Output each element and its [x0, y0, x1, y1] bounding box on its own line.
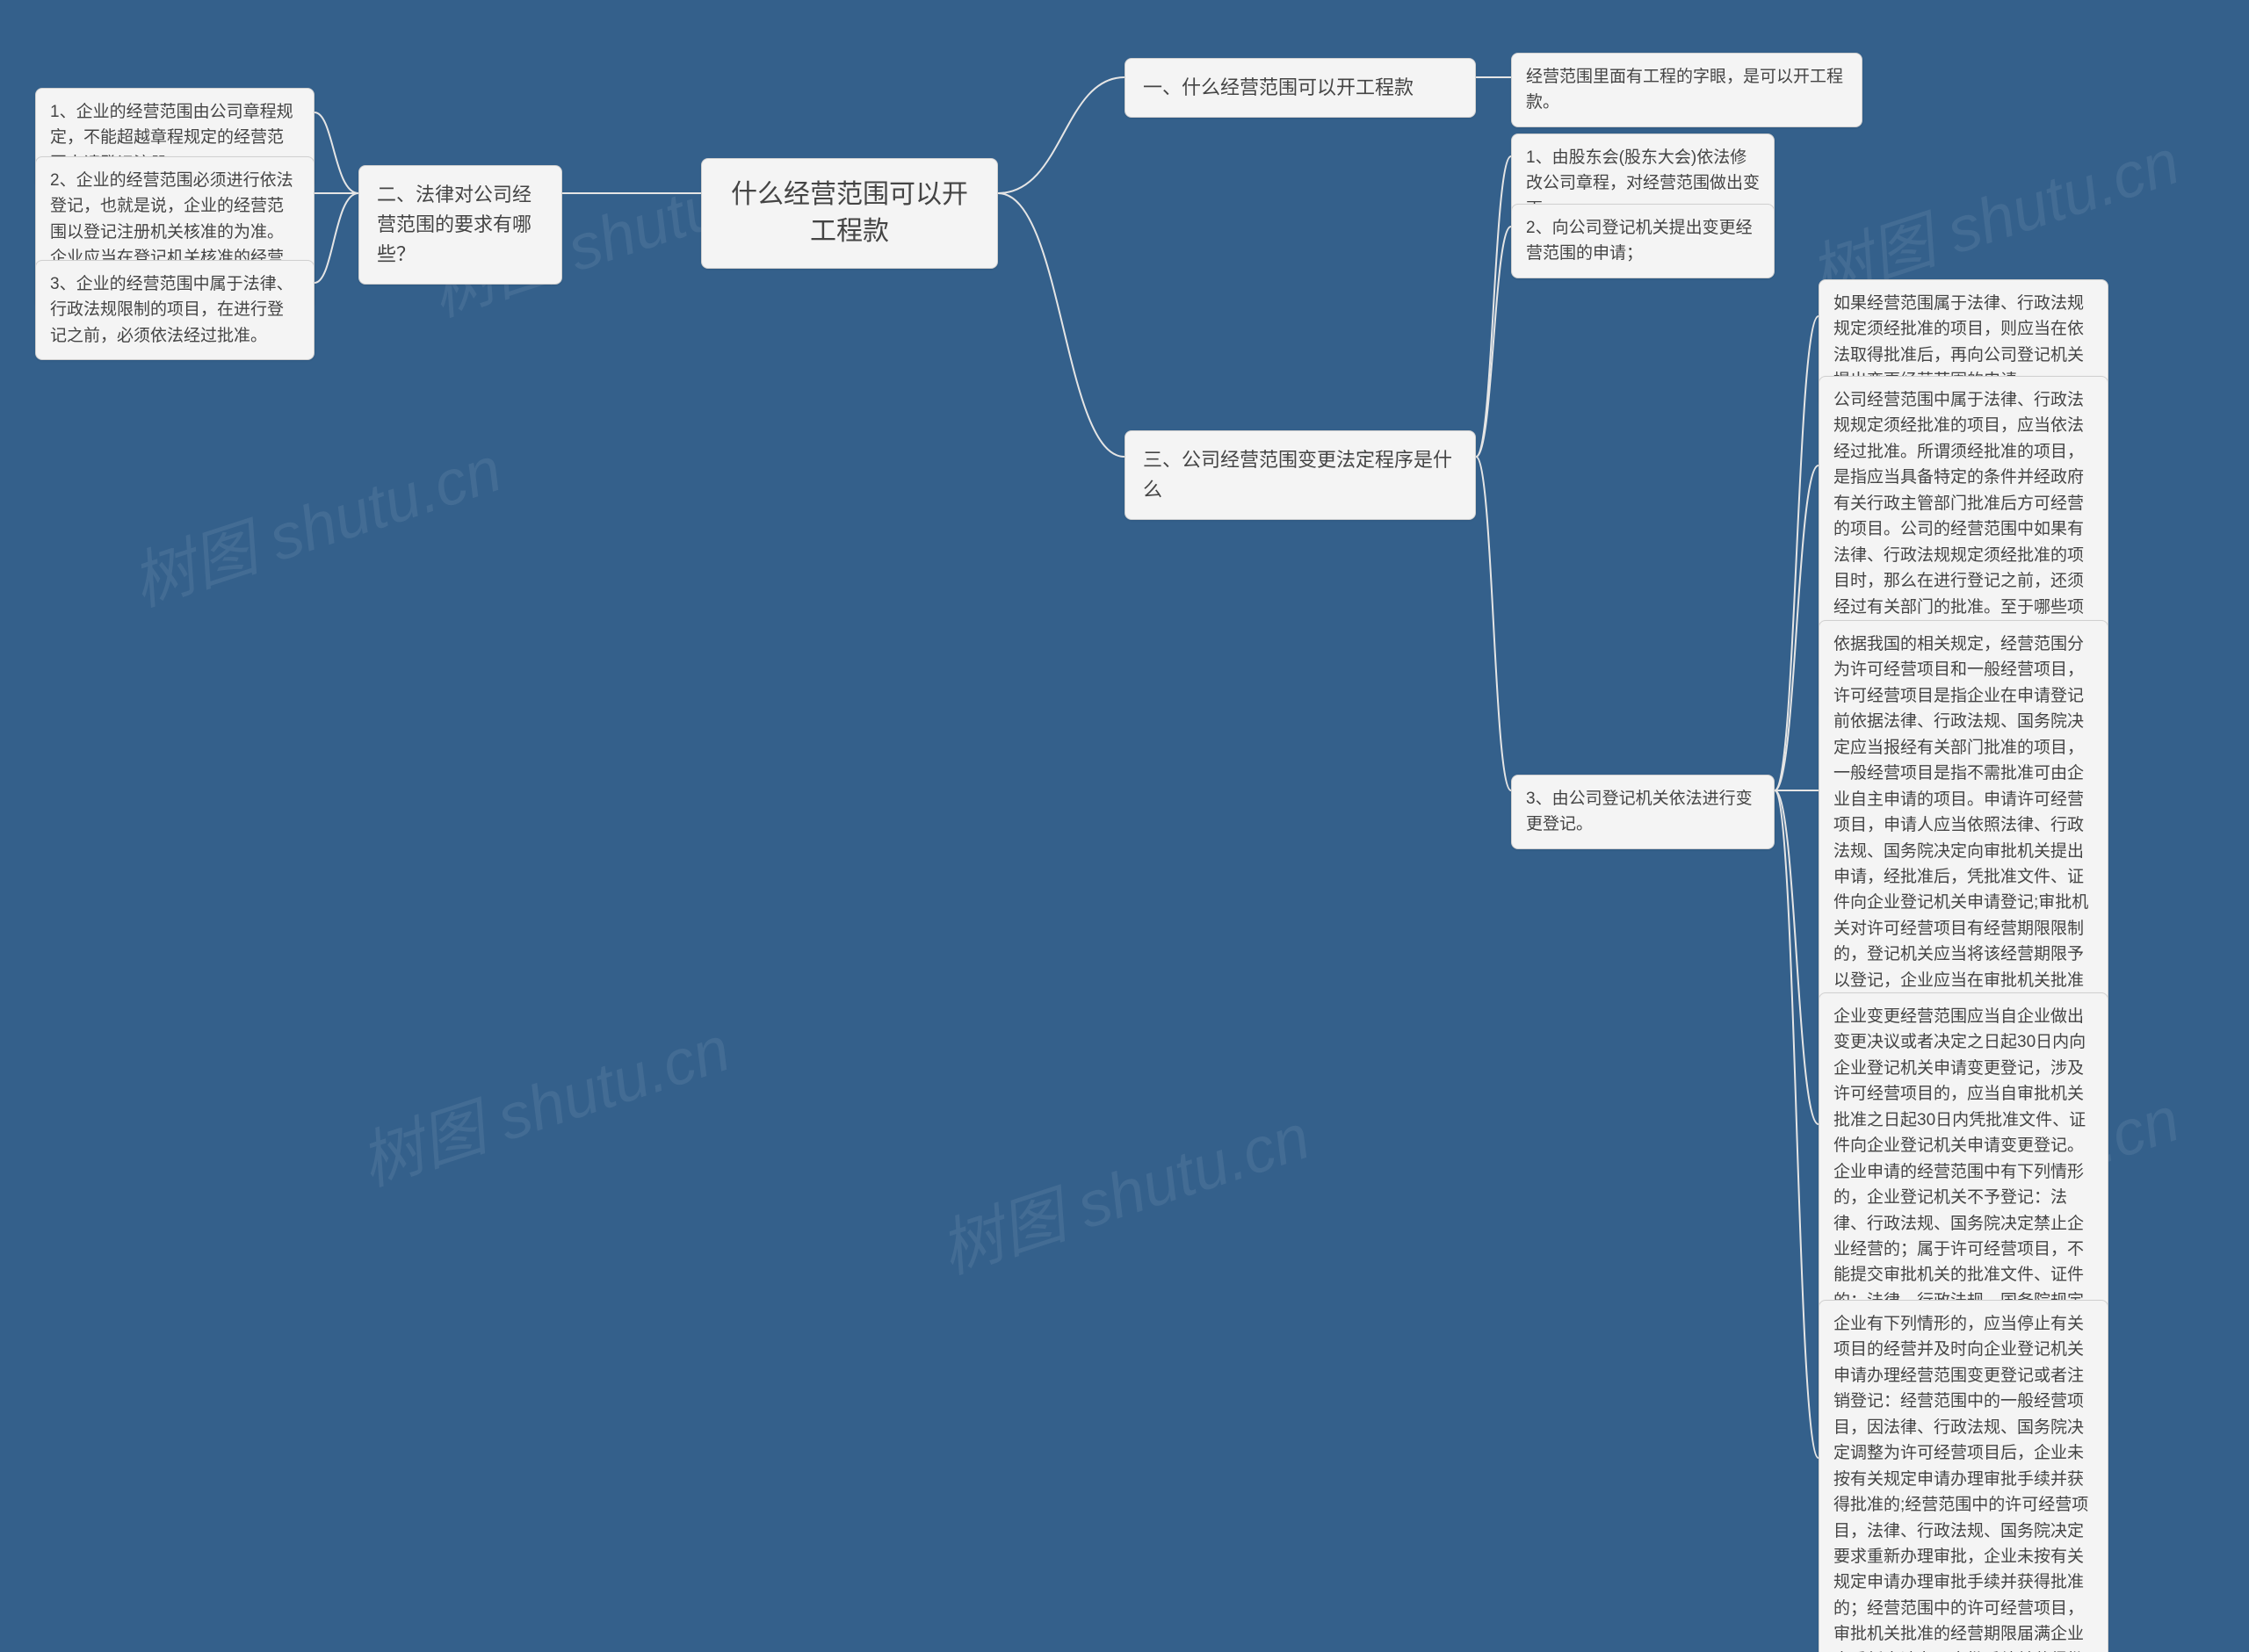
watermark: 树图 shutu.cn — [346, 997, 739, 1203]
branch-1-leaf[interactable]: 经营范围里面有工程的字眼，是可以开工程款。 — [1511, 53, 1862, 127]
watermark: 树图 shutu.cn — [118, 417, 510, 624]
branch-1[interactable]: 一、什么经营范围可以开工程款 — [1124, 58, 1476, 118]
center-node[interactable]: 什么经营范围可以开工程款 — [701, 158, 998, 269]
branch-3-leaf-3-sub-5[interactable]: 企业有下列情形的，应当停止有关项目的经营并及时向企业登记机关申请办理经营范围变更… — [1819, 1300, 2108, 1652]
branch-2[interactable]: 二、法律对公司经营范围的要求有哪些？ — [358, 165, 562, 285]
branch-3-leaf-2-text: 2、向公司登记机关提出变更经营范围的申请； — [1526, 219, 1753, 263]
watermark: 树图 shutu.cn — [926, 1085, 1319, 1291]
branch-3-title: 三、公司经营范围变更法定程序是什么 — [1143, 449, 1452, 501]
branch-3-leaf-3[interactable]: 3、由公司登记机关依法进行变更登记。 — [1511, 775, 1775, 849]
branch-1-title: 一、什么经营范围可以开工程款 — [1143, 76, 1414, 98]
center-title: 什么经营范围可以开工程款 — [731, 180, 968, 246]
branch-3-leaf-3-sub-5-text: 企业有下列情形的，应当停止有关项目的经营并及时向企业登记机关申请办理经营范围变更… — [1833, 1315, 2088, 1652]
branch-2-leaf-3[interactable]: 3、企业的经营范围中属于法律、行政法规限制的项目，在进行登记之前，必须依法经过批… — [35, 260, 315, 360]
branch-2-leaf-3-text: 3、企业的经营范围中属于法律、行政法规限制的项目，在进行登记之前，必须依法经过批… — [50, 275, 293, 345]
branch-2-title: 二、法律对公司经营范围的要求有哪些？ — [377, 184, 532, 265]
branch-3-leaf-3-text: 3、由公司登记机关依法进行变更登记。 — [1526, 790, 1753, 833]
branch-3[interactable]: 三、公司经营范围变更法定程序是什么 — [1124, 430, 1476, 520]
branch-3-leaf-2[interactable]: 2、向公司登记机关提出变更经营范围的申请； — [1511, 204, 1775, 278]
branch-1-leaf-text: 经营范围里面有工程的字眼，是可以开工程款。 — [1526, 68, 1843, 112]
